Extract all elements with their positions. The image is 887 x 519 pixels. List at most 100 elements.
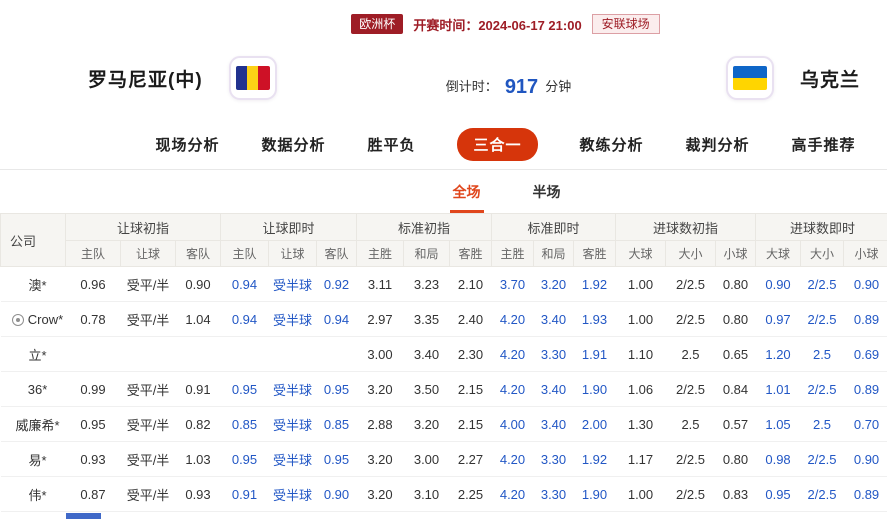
odds-cell[interactable]: 2/2.5 [800,266,844,302]
odds-cell[interactable]: 0.85 [220,406,269,442]
odds-cell[interactable]: 2.5 [800,406,844,442]
company-name: 澳* [0,266,66,302]
tab-referee-analysis[interactable]: 裁判分析 [686,134,750,155]
odds-cell[interactable]: 0.90 [843,441,887,477]
subtab-half-match[interactable]: 半场 [530,170,564,213]
odds-cell [220,336,269,372]
odds-cell[interactable]: 1.01 [755,371,801,407]
odds-cell[interactable]: 4.20 [491,336,534,372]
odds-cell[interactable]: 3.30 [533,476,574,512]
odds-cell[interactable]: 0.89 [843,476,887,512]
odds-cell[interactable]: 1.90 [573,476,616,512]
odds-cell[interactable]: 4.00 [491,406,534,442]
subtab-full-match[interactable]: 全场 [449,170,484,213]
odds-cell[interactable]: 0.92 [316,266,357,302]
odds-cell[interactable]: 3.40 [533,406,574,442]
odds-cell[interactable]: 4.20 [491,371,534,407]
tab-win-draw-loss[interactable]: 胜平负 [367,134,415,155]
odds-cell[interactable]: 3.40 [533,301,574,337]
nav-tabs: 现场分析 数据分析 胜平负 三合一 教练分析 裁判分析 高手推荐 [0,120,887,170]
tab-three-in-one[interactable]: 三合一 [457,128,538,161]
sub-column-header: 大球 [615,240,666,267]
odds-cell: 1.30 [615,406,666,442]
odds-cell[interactable]: 0.90 [316,476,357,512]
odds-cell[interactable]: 受半球 [268,406,317,442]
odds-cell: 0.80 [715,266,756,302]
odds-cell[interactable]: 2.00 [573,406,616,442]
odds-cell[interactable]: 受半球 [268,266,317,302]
odds-cell[interactable]: 0.90 [755,266,801,302]
odds-cell: 3.35 [403,301,450,337]
odds-cell: 受平/半 [120,406,176,442]
odds-cell: 2.5 [665,336,716,372]
odds-cell[interactable]: 0.97 [755,301,801,337]
odds-cell[interactable]: 0.89 [843,301,887,337]
odds-cell[interactable]: 0.94 [220,301,269,337]
odds-cell: 1.04 [175,301,221,337]
odds-row: 易* 0.93 受平/半 1.03 0.95 受半球 0.95 3.20 3.00 2.27 4.2… [0,441,887,477]
odds-cell[interactable]: 3.40 [533,371,574,407]
odds-cell[interactable]: 1.05 [755,406,801,442]
odds-cell[interactable]: 0.95 [316,441,357,477]
odds-cell[interactable]: 1.90 [573,371,616,407]
tab-data-analysis[interactable]: 数据分析 [261,134,325,155]
odds-cell[interactable]: 1.91 [573,336,616,372]
odds-cell[interactable]: 0.94 [316,301,357,337]
odds-cell[interactable]: 0.85 [316,406,357,442]
odds-cell[interactable]: 0.90 [843,266,887,302]
odds-cell: 0.90 [175,266,221,302]
odds-cell[interactable]: 2/2.5 [800,371,844,407]
odds-cell[interactable]: 3.30 [533,441,574,477]
group-header-1x2-initial: 标准初指 [356,213,492,241]
odds-cell[interactable]: 受半球 [268,301,317,337]
odds-cell[interactable]: 2/2.5 [800,441,844,477]
odds-cell[interactable]: 0.89 [843,371,887,407]
odds-cell[interactable]: 0.95 [316,371,357,407]
odds-row: 立* 3.00 3.40 2.30 4.20 3.30 1.91 1.10 2.5 0.65 1.2… [0,336,887,372]
odds-cell [65,336,121,372]
odds-cell[interactable]: 1.92 [573,266,616,302]
odds-cell[interactable]: 0.95 [755,476,801,512]
odds-cell[interactable]: 3.30 [533,336,574,372]
odds-cell: 1.00 [615,301,666,337]
group-header-goals-live: 进球数即时 [755,213,887,241]
odds-cell: 受平/半 [120,266,176,302]
odds-cell[interactable]: 0.91 [220,476,269,512]
odds-cell: 2.5 [665,406,716,442]
odds-cell[interactable]: 受半球 [268,476,317,512]
tab-coach-analysis[interactable]: 教练分析 [580,134,644,155]
odds-cell[interactable]: 3.70 [491,266,534,302]
odds-cell[interactable]: 2/2.5 [800,301,844,337]
odds-cell[interactable]: 1.20 [755,336,801,372]
odds-cell[interactable]: 0.98 [755,441,801,477]
tab-live-analysis[interactable]: 现场分析 [155,134,219,155]
odds-cell[interactable]: 3.20 [533,266,574,302]
odds-cell[interactable]: 0.94 [220,266,269,302]
odds-cell: 2.27 [449,441,492,477]
odds-cell: 3.20 [356,371,404,407]
odds-cell[interactable]: 0.69 [843,336,887,372]
odds-cell: 0.84 [715,371,756,407]
odds-cell: 0.95 [65,406,121,442]
odds-cell[interactable]: 4.20 [491,476,534,512]
odds-cell[interactable]: 2.5 [800,336,844,372]
odds-cell[interactable]: 1.93 [573,301,616,337]
odds-cell[interactable]: 4.20 [491,301,534,337]
odds-cell[interactable]: 2/2.5 [800,476,844,512]
away-team-name: 乌克兰 [799,69,860,91]
odds-cell[interactable]: 0.95 [220,441,269,477]
odds-cell[interactable]: 受半球 [268,441,317,477]
tab-expert-picks[interactable]: 高手推荐 [792,134,856,155]
odds-cell[interactable]: 0.95 [220,371,269,407]
odds-cell: 2.88 [356,406,404,442]
odds-cell: 0.99 [65,371,121,407]
odds-cell: 0.87 [65,476,121,512]
match-odds-page: 欧洲杯 开赛时间：2024-06-17 21:00 安联球场 罗马尼亚(中) 倒… [0,0,887,519]
odds-cell[interactable]: 4.20 [491,441,534,477]
odds-cell[interactable]: 0.70 [843,406,887,442]
odds-cell: 3.11 [356,266,404,302]
odds-cell: 0.82 [175,406,221,442]
league-badge: 欧洲杯 [351,14,404,34]
odds-cell[interactable]: 1.92 [573,441,616,477]
odds-cell[interactable]: 受半球 [268,371,317,407]
